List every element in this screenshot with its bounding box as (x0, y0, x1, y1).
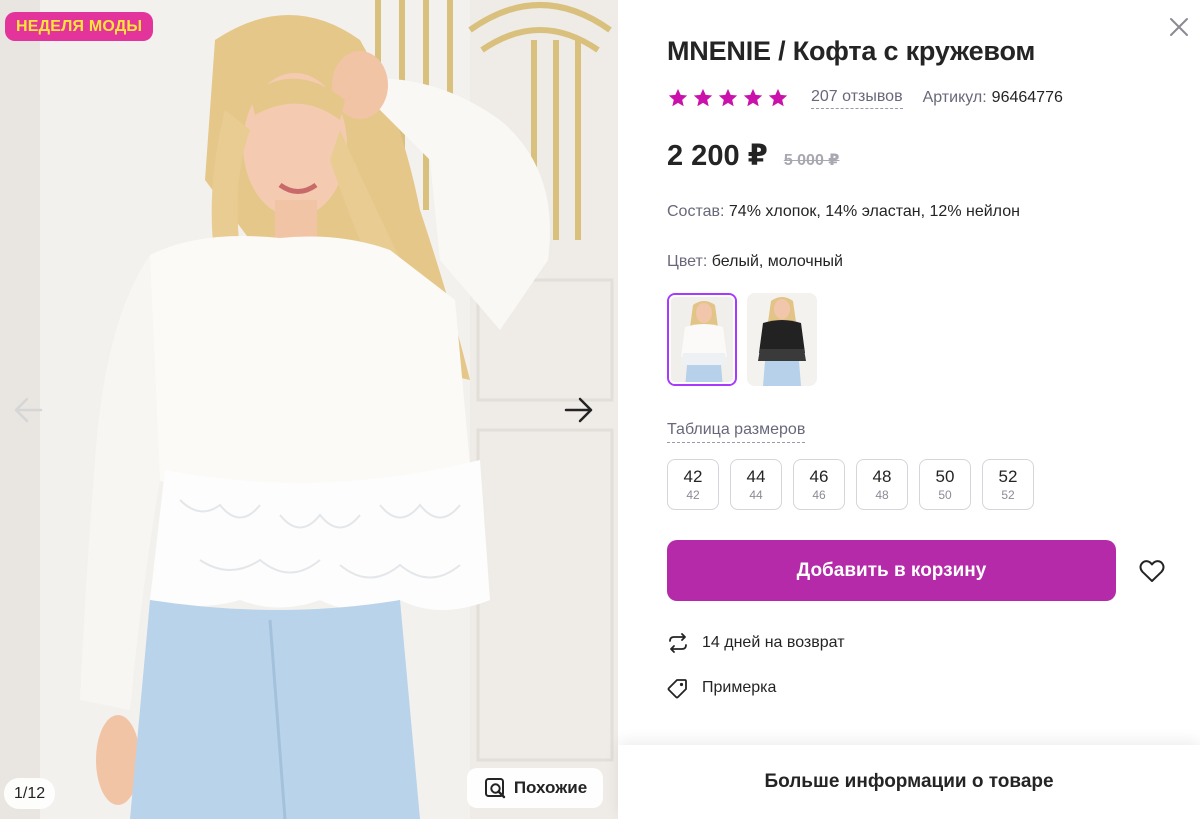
photo-counter: 1/12 (4, 778, 56, 809)
heart-icon (1139, 560, 1165, 582)
star-icon (743, 88, 763, 107)
tag-icon (667, 677, 689, 699)
favorite-button[interactable] (1136, 555, 1168, 587)
size-main: 50 (935, 466, 955, 486)
similar-label: Похожие (513, 778, 588, 797)
variant-black-thumbnail (747, 293, 817, 386)
product-photo[interactable] (0, 0, 618, 819)
article-value: 96464776 (991, 89, 1063, 106)
color-value: белый, молочный (711, 253, 843, 270)
return-arrows-icon (667, 632, 689, 654)
size-option[interactable]: 50 50 (919, 459, 971, 510)
more-info-button[interactable]: Больше информации о товаре (618, 745, 1200, 819)
size-option[interactable]: 48 48 (856, 459, 908, 510)
size-option[interactable]: 42 42 (667, 459, 719, 510)
size-main: 46 (809, 466, 829, 486)
size-option[interactable]: 44 44 (730, 459, 782, 510)
color-variant-black[interactable] (747, 293, 817, 386)
rating-stars (667, 87, 789, 109)
product-title: MNENIE / Кофта с кружевом (667, 36, 1036, 66)
color-line: Цвет: белый, молочный (667, 253, 843, 271)
next-photo-button[interactable] (561, 392, 597, 428)
product-info-panel: MNENIE / Кофта с кружевом 207 отзывов Ар… (618, 0, 1200, 819)
arrow-right-icon (564, 397, 593, 423)
article-label: Артикул: (922, 89, 987, 106)
composition-value: 74% хлопок, 14% эластан, 12% нейлон (728, 203, 1020, 220)
current-price: 2 200 ₽ (667, 140, 768, 172)
composition-line: Состав: 74% хлопок, 14% эластан, 12% ней… (667, 203, 1020, 221)
size-main: 52 (998, 466, 1018, 486)
size-sub: 50 (938, 487, 952, 502)
color-variant-white[interactable] (667, 293, 737, 386)
size-sub: 48 (875, 487, 889, 502)
size-main: 44 (746, 466, 766, 486)
close-icon[interactable] (1168, 16, 1190, 38)
similar-products-button[interactable]: Похожие (467, 768, 603, 808)
fitting-text: Примерка (702, 679, 777, 696)
size-sub: 52 (1001, 487, 1015, 502)
size-table-link[interactable]: Таблица размеров (667, 421, 806, 443)
size-option[interactable]: 52 52 (982, 459, 1034, 510)
add-to-cart-button[interactable]: Добавить в корзину (667, 540, 1116, 601)
color-variants (667, 293, 817, 386)
size-option[interactable]: 46 46 (793, 459, 845, 510)
arrow-left-icon (14, 397, 43, 423)
color-label: Цвет: (667, 253, 708, 270)
size-main: 42 (683, 466, 703, 486)
composition-label: Состав: (667, 203, 725, 220)
star-icon (718, 88, 738, 107)
return-policy-text: 14 дней на возврат (702, 634, 845, 651)
product-gallery: НЕДЕЛЯ МОДЫ 1/12 Похожие (0, 0, 618, 819)
price-row: 2 200 ₽ 5 000 ₽ (667, 138, 839, 173)
prev-photo-button[interactable] (10, 392, 46, 428)
return-policy: 14 дней на возврат (667, 632, 845, 654)
size-sub: 42 (686, 487, 700, 502)
size-sub: 46 (812, 487, 826, 502)
size-main: 48 (872, 466, 892, 486)
star-icon (768, 88, 788, 107)
old-price: 5 000 ₽ (783, 152, 840, 169)
size-selector: 42 42 44 44 46 46 48 48 50 50 52 52 (667, 459, 1034, 510)
star-icon (668, 88, 688, 107)
star-icon (693, 88, 713, 107)
rating-row: 207 отзывов Артикул: 96464776 (667, 87, 1063, 109)
fitting-option: Примерка (667, 677, 776, 699)
variant-white-thumbnail (669, 295, 735, 384)
fashion-week-badge: НЕДЕЛЯ МОДЫ (5, 12, 154, 41)
similar-search-icon (484, 778, 506, 799)
size-sub: 44 (749, 487, 763, 502)
reviews-link[interactable]: 207 отзывов (811, 88, 903, 109)
